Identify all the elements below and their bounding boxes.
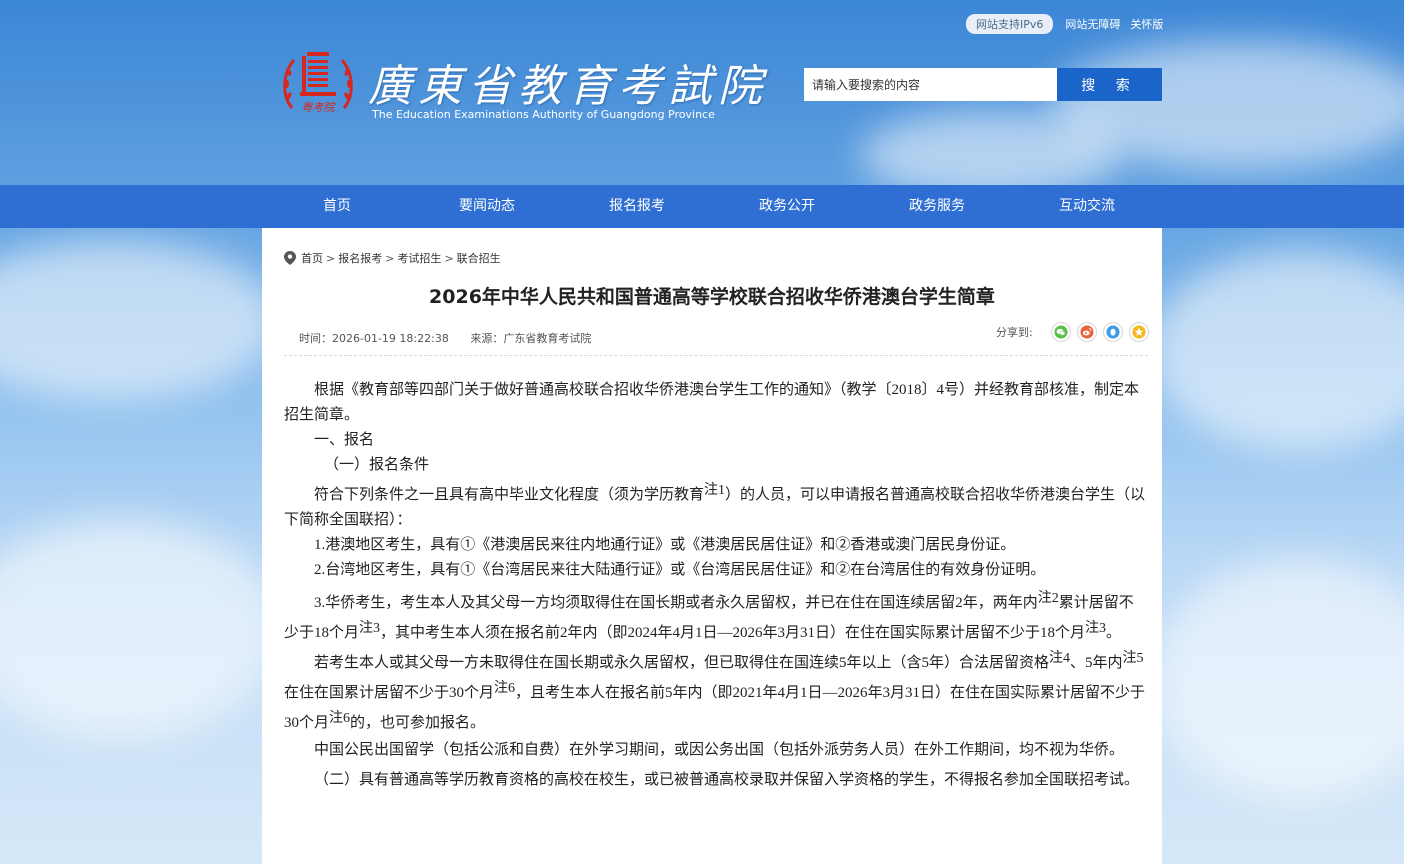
nav-item-interaction[interactable]: 互动交流 (1012, 185, 1162, 228)
footnote-ref: 注6 (329, 711, 351, 726)
qq-share-icon[interactable] (1102, 322, 1123, 342)
main-nav: 首页 要闻动态 报名报考 政务公开 政务服务 互动交流 (0, 185, 1404, 228)
favorite-star-icon[interactable] (1128, 322, 1149, 342)
publish-time: 时间：2026-01-19 18:22:38 (299, 332, 449, 345)
paragraph: 若考生本人或其父母一方未取得住在国长期或永久居留权，但已取得住在国连续5年以上（… (284, 651, 1146, 732)
ipv6-badge: 网站支持IPv6 (966, 14, 1054, 34)
elder-mode-link[interactable]: 关怀版 (1130, 16, 1163, 32)
share-bar: 分享到: (996, 322, 1149, 342)
section-heading: 一、报名 (314, 432, 375, 448)
cloud-decoration (0, 240, 280, 400)
footnote-ref: 注4 (1049, 651, 1071, 666)
article-body: 根据《教育部等四部门关于做好普通高校联合招收华侨港澳台学生工作的通知》（教学〔2… (284, 378, 1148, 793)
breadcrumb-joint-enrollment[interactable]: 联合招生 (457, 250, 501, 266)
share-label: 分享到: (996, 326, 1033, 339)
breadcrumb-separator: > (444, 251, 454, 265)
paragraph: 根据《教育部等四部门关于做好普通高校联合招收华侨港澳台学生工作的通知》（教学〔2… (284, 382, 1140, 423)
cloud-decoration (0, 520, 280, 740)
breadcrumb-separator: > (385, 251, 395, 265)
site-logo[interactable]: 粤考院 (280, 46, 356, 122)
footnote-ref: 注3 (359, 621, 381, 636)
paragraph: 中国公民出国留学（包括公派和自费）在外学习期间，或因公务出国（包括外派劳务人员）… (314, 742, 1125, 758)
breadcrumb: 首页 > 报名报考 > 考试招生 > 联合招生 (284, 250, 501, 266)
cloud-decoration (1150, 560, 1404, 800)
nav-item-home[interactable]: 首页 (262, 185, 412, 228)
article-source: 来源：广东省教育考试院 (470, 332, 592, 345)
article-title: 2026年中华人民共和国普通高等学校联合招收华侨港澳台学生简章 (429, 286, 995, 308)
svg-text:粤考院: 粤考院 (302, 101, 337, 114)
breadcrumb-home[interactable]: 首页 (301, 250, 323, 266)
nav-item-gov-affairs[interactable]: 政务公开 (712, 185, 862, 228)
paragraph: 3.华侨考生，考生本人及其父母一方均须取得住在国长期或者永久居留权，并已在住在国… (284, 591, 1134, 642)
site-title-english: The Education Examinations Authority of … (372, 108, 715, 121)
subsection-heading: （一）报名条件 (324, 457, 430, 473)
article-meta: 时间：2026-01-19 18:22:38 来源：广东省教育考试院 (299, 330, 609, 346)
cloud-decoration (1150, 250, 1404, 450)
footnote-ref: 注1 (704, 483, 726, 498)
accessibility-link[interactable]: 网站无障碍 (1065, 16, 1120, 32)
search-input[interactable] (804, 68, 1057, 101)
nav-item-news[interactable]: 要闻动态 (412, 185, 562, 228)
footnote-ref: 注5 (1122, 651, 1144, 666)
breadcrumb-exam-enrollment[interactable]: 考试招生 (397, 250, 441, 266)
search-button[interactable]: 搜 索 (1057, 68, 1162, 101)
paragraph: 2.台湾地区考生，具有①《台湾居民来往大陆通行证》或《台湾居民居住证》和②在台湾… (314, 562, 1046, 578)
breadcrumb-registration[interactable]: 报名报考 (338, 250, 382, 266)
nav-item-registration[interactable]: 报名报考 (562, 185, 712, 228)
footnote-ref: 注2 (1037, 591, 1059, 606)
wechat-share-icon[interactable] (1050, 322, 1071, 342)
paragraph: （二）具有普通高等学历教育资格的高校在校生，或已被普通高校录取并保留入学资格的学… (314, 772, 1140, 788)
footnote-ref: 注6 (494, 681, 516, 696)
divider (284, 355, 1148, 356)
site-header: 网站支持IPv6 网站无障碍 关怀版 粤考院 廣東省教育考試院 The Educ… (0, 0, 1404, 185)
top-utility-bar: 网站支持IPv6 网站无障碍 关怀版 (966, 14, 1173, 34)
paragraph: 符合下列条件之一且具有高中毕业文化程度（须为学历教育注1）的人员，可以申请报名普… (284, 483, 1146, 529)
article-container: 首页 > 报名报考 > 考试招生 > 联合招生 2026年中华人民共和国普通高等… (262, 228, 1162, 864)
location-pin-icon (284, 251, 296, 265)
paragraph: 1.港澳地区考生，具有①《港澳居民来往内地通行证》或《港澳居民居住证》和②香港或… (314, 537, 1016, 553)
breadcrumb-separator: > (326, 251, 336, 265)
weibo-share-icon[interactable] (1076, 322, 1097, 342)
nav-item-gov-services[interactable]: 政务服务 (862, 185, 1012, 228)
site-title-chinese: 廣東省教育考試院 (368, 61, 768, 112)
footnote-ref: 注3 (1085, 621, 1107, 636)
